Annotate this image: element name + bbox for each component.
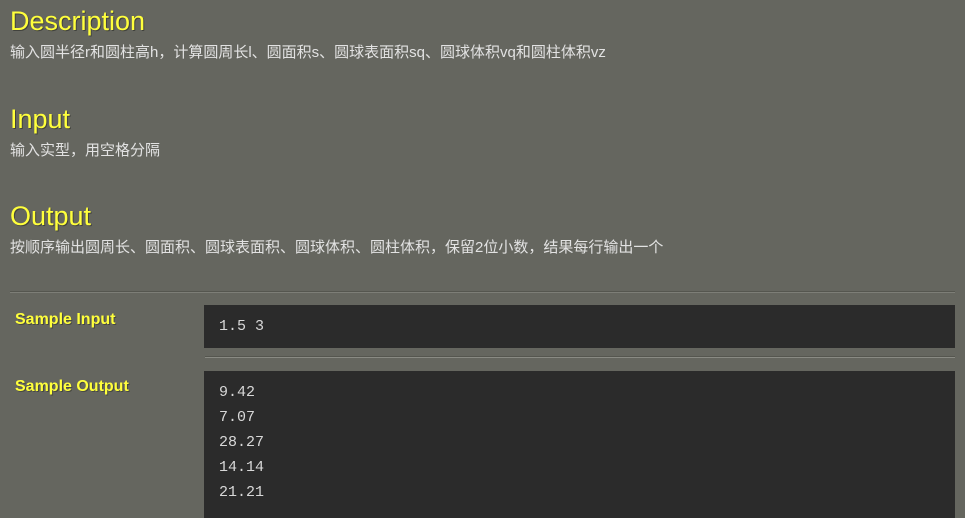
sample-input-code[interactable]: 1.5 3 bbox=[204, 305, 955, 348]
input-section: Input 输入实型，用空格分隔 bbox=[0, 104, 965, 161]
description-text: 输入圆半径r和圆柱高h，计算圆周长l、圆面积s、圆球表面积sq、圆球体积vq和圆… bbox=[10, 44, 606, 61]
sample-output-label: Sample Output bbox=[15, 378, 129, 395]
samples-top-divider bbox=[10, 291, 955, 293]
sample-input-label: Sample Input bbox=[15, 311, 116, 328]
input-heading: Input bbox=[10, 104, 71, 134]
input-text: 输入实型，用空格分隔 bbox=[10, 142, 161, 159]
output-heading: Output bbox=[10, 201, 92, 231]
samples-middle-divider bbox=[205, 356, 955, 358]
sample-output-code[interactable]: 9.42 7.07 28.27 14.14 21.21 bbox=[204, 371, 955, 518]
description-section: Description 输入圆半径r和圆柱高h，计算圆周长l、圆面积s、圆球表面… bbox=[0, 6, 965, 63]
output-text: 按顺序输出圆周长、圆面积、圆球表面积、圆球体积、圆柱体积，保留2位小数，结果每行… bbox=[10, 239, 664, 256]
problem-statement-page: Description 输入圆半径r和圆柱高h，计算圆周长l、圆面积s、圆球表面… bbox=[0, 0, 965, 518]
output-section: Output 按顺序输出圆周长、圆面积、圆球表面积、圆球体积、圆柱体积，保留2位… bbox=[0, 201, 965, 258]
description-heading: Description bbox=[10, 6, 146, 36]
